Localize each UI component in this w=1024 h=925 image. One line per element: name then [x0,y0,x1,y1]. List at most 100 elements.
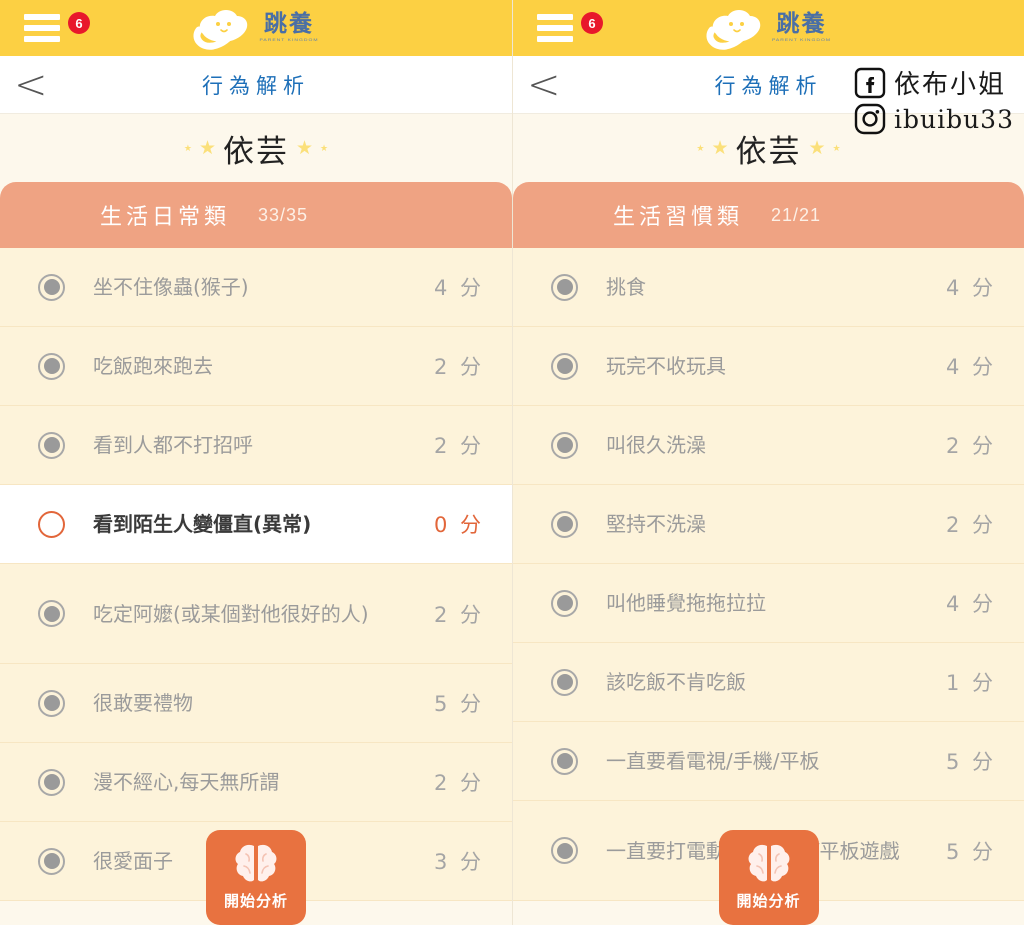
score-unit: 分 [972,276,996,300]
behavior-label: 吃定阿嬤(或某個對他很好的人) [93,601,369,626]
radio-selected-icon[interactable] [551,747,578,775]
behavior-score: 4 分 [924,351,996,381]
behavior-row[interactable]: 看到人都不打招呼 2 分 [0,406,512,485]
behavior-score: 4 分 [924,588,996,618]
behavior-score: 2 分 [924,430,996,460]
behavior-score: 2 分 [924,509,996,539]
behavior-row[interactable]: 挑食 4 分 [513,248,1024,327]
radio-selected-icon[interactable] [38,768,65,796]
start-analysis-button[interactable]: 開始分析 [206,830,306,925]
score-unit: 分 [972,592,996,616]
radio-selected-icon[interactable] [38,431,65,459]
score-value: 4 [945,355,963,379]
star-decoration-icon: ★ [832,142,841,153]
radio-selected-icon[interactable] [551,273,578,301]
score-value: 2 [433,355,451,379]
radio-selected-icon[interactable] [38,847,65,875]
page-title-bar: < 行為解析 [0,56,512,114]
radio-selected-icon[interactable] [551,352,578,380]
start-analysis-label: 開始分析 [736,892,801,910]
app-logo[interactable]: 跳養 PARENT KINGDOM [513,2,1024,54]
behavior-row[interactable]: 看到陌生人變僵直(異常) 0 分 [0,485,512,564]
behavior-row[interactable]: 該吃飯不肯吃飯 1 分 [513,643,1024,722]
behavior-row[interactable]: 一直要看電視/手機/平板 5 分 [513,722,1024,801]
radio-selected-icon[interactable] [38,273,65,301]
score-unit: 分 [460,355,484,379]
radio-selected-icon[interactable] [551,668,578,696]
score-unit: 分 [972,513,996,537]
page-title: 行為解析 [202,73,310,98]
score-unit: 分 [460,771,484,795]
radio-selected-icon[interactable] [551,510,578,538]
facebook-icon [854,67,886,98]
behavior-label: 挑食 [606,275,646,299]
start-analysis-button[interactable]: 開始分析 [718,830,819,925]
behavior-row[interactable]: 玩完不收玩具 4 分 [513,327,1024,406]
behavior-row[interactable]: 很敢要禮物 5 分 [0,664,512,743]
score-value: 5 [433,692,451,716]
behavior-row[interactable]: 堅持不洗澡 2 分 [513,485,1024,564]
behavior-score: 2 分 [412,351,484,381]
brain-icon [235,844,277,882]
behavior-row[interactable]: 叫很久洗澡 2 分 [513,406,1024,485]
star-decoration-icon: ★ [711,137,729,159]
app-top-bar: 6 跳養 PARENT KINGDOM [0,0,512,56]
behavior-label: 叫很久洗澡 [606,433,706,457]
behavior-row[interactable]: 吃定阿嬤(或某個對他很好的人) 2 分 [0,564,512,664]
score-unit: 分 [972,750,996,774]
behavior-row[interactable]: 吃飯跑來跑去 2 分 [0,327,512,406]
behavior-label: 該吃飯不肯吃飯 [606,670,746,694]
radio-selected-icon[interactable] [38,689,65,717]
radio-selected-icon[interactable] [38,352,65,380]
radio-selected-icon[interactable] [551,589,578,617]
behavior-label: 看到人都不打招呼 [93,433,253,457]
behavior-score: 4 分 [924,272,996,302]
behavior-score: 2 分 [412,599,484,629]
mascot-logo-icon [193,10,248,50]
behavior-score: 5 分 [924,836,996,866]
radio-unselected-icon[interactable] [38,510,65,538]
category-count: 33/35 [258,204,309,225]
behavior-score: 1 分 [924,667,996,697]
social-watermark: 依布小姐 ibuibu33 [854,64,1014,135]
behavior-score: 4 分 [412,272,484,302]
child-name: 依芸 [223,133,289,170]
score-value: 4 [945,592,963,616]
behavior-label: 坐不住像蟲(猴子) [93,275,249,299]
logo-wordmark: 跳養 PARENT KINGDOM [259,13,318,43]
logo-chinese-text: 跳養 [263,11,314,37]
radio-selected-icon[interactable] [38,600,65,627]
behavior-score: 3 分 [412,846,484,876]
radio-selected-icon[interactable] [551,837,578,864]
score-value: 3 [433,850,451,874]
behavior-score: 5 分 [412,688,484,718]
behavior-row[interactable]: 叫他睡覺拖拖拉拉 4 分 [513,564,1024,643]
score-unit: 分 [972,839,996,864]
behavior-label: 堅持不洗澡 [606,512,706,536]
radio-selected-icon[interactable] [551,431,578,459]
score-unit: 分 [460,276,484,300]
star-decoration-icon: ★ [696,142,705,153]
behavior-label: 很敢要禮物 [93,691,193,715]
category-title: 生活習慣類 [613,205,744,230]
app-top-bar: 6 跳養 PARENT KINGDOM [513,0,1024,56]
app-logo[interactable]: 跳養 PARENT KINGDOM [0,2,512,54]
score-value: 2 [433,434,451,458]
behavior-list-left: 坐不住像蟲(猴子) 4 分吃飯跑來跑去 2 分看到人都不打招呼 2 分看到陌生人變僵直… [0,248,512,901]
score-unit: 分 [460,434,484,458]
behavior-row[interactable]: 坐不住像蟲(猴子) 4 分 [0,248,512,327]
score-unit: 分 [972,671,996,695]
score-value: 2 [945,513,963,537]
back-button[interactable]: < [527,65,561,105]
back-button[interactable]: < [14,65,48,105]
score-unit: 分 [460,692,484,716]
star-decoration-icon: ★ [296,137,314,159]
behavior-score: 0 分 [412,509,484,539]
facebook-handle: 依布小姐 [893,70,1006,100]
facebook-watermark-row: 依布小姐 [854,64,1014,101]
star-decoration-icon: ★ [320,142,329,153]
behavior-row[interactable]: 漫不經心,每天無所謂 2 分 [0,743,512,822]
behavior-label: 吃飯跑來跑去 [93,354,213,378]
score-unit: 分 [460,602,484,627]
instagram-watermark-row: ibuibu33 [854,103,1014,135]
